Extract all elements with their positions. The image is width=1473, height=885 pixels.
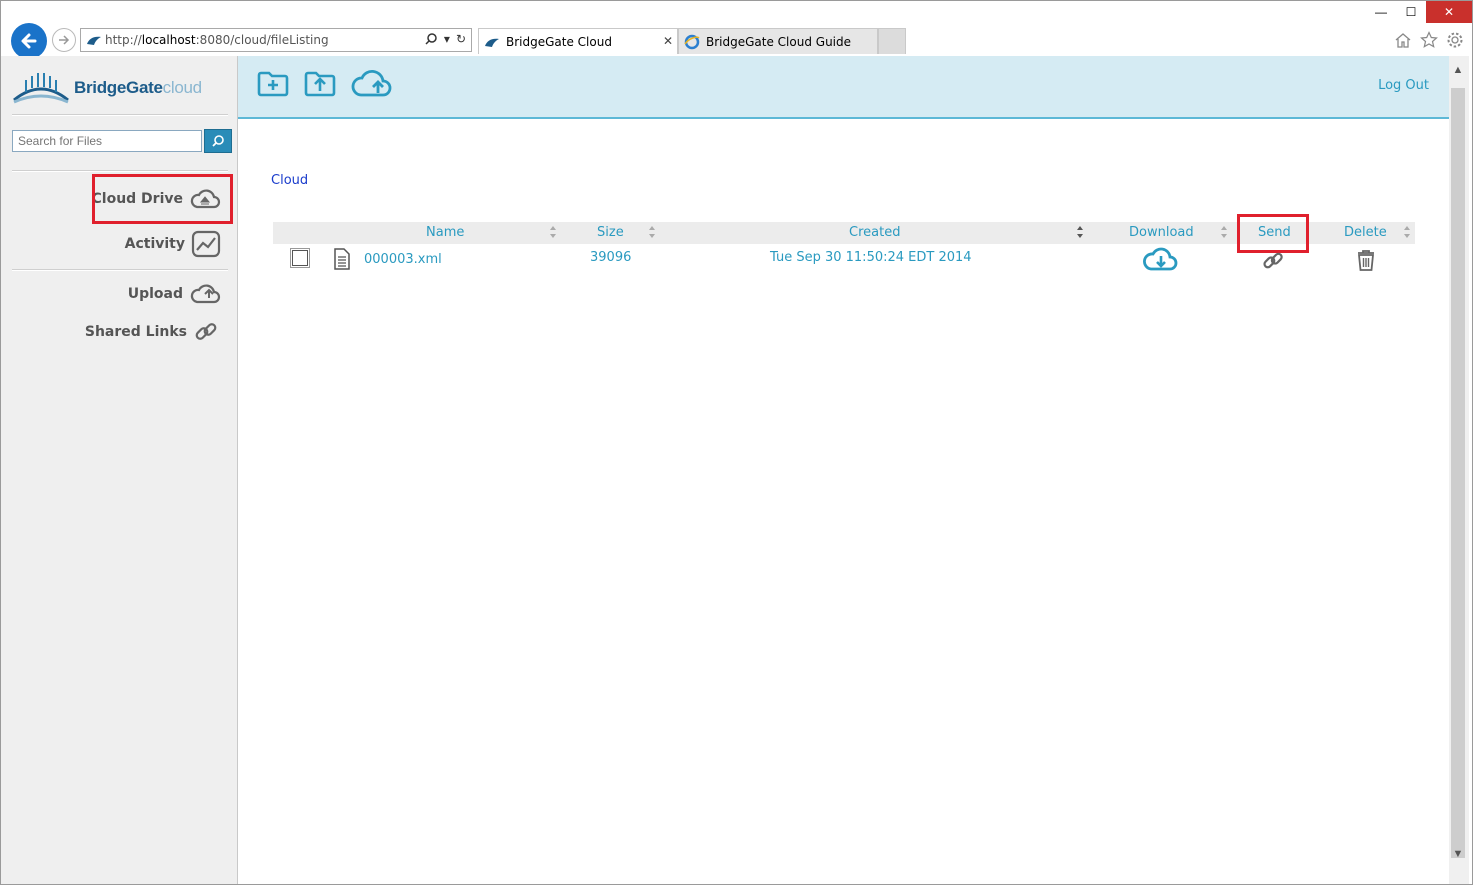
browser-toolbar-icons [1394, 31, 1464, 49]
sidebar-item-label: Shared Links [84, 324, 187, 340]
bridgegate-logo-icon [13, 73, 69, 104]
minimize-button[interactable]: — [1366, 1, 1396, 23]
sort-icon[interactable] [1403, 226, 1411, 238]
send-link-icon[interactable] [1261, 249, 1287, 273]
tab-bridgegate-cloud[interactable]: BridgeGate Cloud ✕ [478, 28, 678, 54]
browser-chrome: — ☐ ✕ http://localhost:8080/cloud/fileLi… [1, 1, 1472, 59]
url-text: http://localhost:8080/cloud/fileListing [105, 33, 329, 47]
cloud-upload-icon [190, 284, 221, 304]
ie-logo-icon [684, 34, 700, 49]
tab-label: BridgeGate Cloud Guide [706, 34, 852, 49]
new-folder-icon[interactable] [257, 69, 289, 97]
column-header-name[interactable]: Name [426, 225, 464, 240]
sidebar-item-upload[interactable]: Upload [128, 282, 221, 306]
logout-link[interactable]: Log Out [1378, 78, 1429, 93]
sidebar-item-activity[interactable]: Activity [125, 230, 221, 258]
top-toolbar: Log Out [238, 56, 1449, 119]
divider [12, 269, 228, 271]
tab-bridgegate-cloud-guide[interactable]: BridgeGate Cloud Guide [678, 28, 878, 54]
file-icon [334, 248, 350, 270]
folder-upload-icon[interactable] [304, 69, 336, 97]
refresh-icon[interactable]: ↻ [456, 32, 466, 46]
close-window-button[interactable]: ✕ [1426, 1, 1472, 23]
file-size: 39096 [590, 250, 632, 265]
cloud-upload-icon[interactable] [351, 69, 395, 99]
sort-icon[interactable] [648, 226, 656, 238]
sidebar-item-label: Activity [124, 236, 185, 252]
bridgegate-favicon-icon [485, 38, 499, 47]
search-button[interactable] [204, 129, 232, 153]
file-name-link[interactable]: 000003.xml [364, 252, 442, 267]
search-icon [212, 135, 224, 147]
back-arrow-icon [21, 33, 37, 49]
row-checkbox[interactable] [290, 248, 310, 268]
sort-icon[interactable] [1220, 226, 1228, 238]
column-header-created[interactable]: Created [849, 225, 900, 240]
address-bar[interactable]: http://localhost:8080/cloud/fileListing … [80, 28, 472, 52]
bridgegate-logo[interactable]: BridgeGatecloud [12, 68, 222, 108]
divider [12, 170, 228, 172]
new-tab-button[interactable] [878, 28, 906, 54]
column-header-delete[interactable]: Delete [1344, 225, 1387, 240]
column-header-download[interactable]: Download [1129, 225, 1194, 240]
settings-gear-icon[interactable] [1446, 31, 1464, 49]
table-row: 000003.xml 39096 Tue Sep 30 11:50:24 EDT… [273, 247, 1415, 275]
back-button[interactable] [11, 23, 47, 59]
column-header-size[interactable]: Size [597, 225, 624, 240]
link-icon [195, 323, 217, 340]
tab-label: BridgeGate Cloud [506, 34, 612, 49]
logo-text: BridgeGatecloud [74, 78, 202, 97]
address-tools: ▾ ↻ [424, 32, 466, 46]
sidebar-item-label: Upload [127, 286, 183, 302]
vertical-scrollbar[interactable]: ▲ ▼ [1449, 56, 1469, 884]
home-icon[interactable] [1394, 31, 1412, 49]
window-controls: — ☐ ✕ [1366, 1, 1472, 23]
sidebar: BridgeGatecloud Cloud Drive Activity Upl… [1, 56, 238, 884]
cloud-drive-highlight-box [92, 174, 233, 224]
activity-chart-icon [191, 230, 221, 258]
bridgegate-favicon-icon [87, 36, 101, 45]
favorites-star-icon[interactable] [1420, 31, 1438, 49]
file-search [12, 129, 234, 155]
breadcrumb[interactable]: Cloud [271, 173, 308, 188]
sort-icon[interactable] [1076, 226, 1084, 238]
file-created: Tue Sep 30 11:50:24 EDT 2014 [770, 250, 972, 265]
sort-icon[interactable] [549, 226, 557, 238]
dropdown-icon[interactable]: ▾ [444, 32, 450, 46]
scrollbar-thumb[interactable] [1451, 88, 1465, 858]
forward-arrow-icon [59, 35, 70, 45]
maximize-button[interactable]: ☐ [1396, 1, 1426, 23]
forward-button[interactable] [52, 28, 76, 52]
scroll-up-arrow-icon[interactable]: ▲ [1449, 64, 1467, 76]
tab-close-icon[interactable]: ✕ [663, 34, 673, 48]
browser-window: — ☐ ✕ http://localhost:8080/cloud/fileLi… [0, 0, 1473, 885]
sidebar-item-shared-links[interactable]: Shared Links [85, 319, 221, 345]
scroll-down-arrow-icon[interactable]: ▼ [1449, 848, 1467, 860]
search-input[interactable] [12, 130, 202, 152]
divider [12, 114, 228, 116]
delete-trash-icon[interactable] [1355, 248, 1377, 272]
search-icon[interactable] [424, 32, 438, 46]
download-icon[interactable] [1143, 247, 1179, 273]
